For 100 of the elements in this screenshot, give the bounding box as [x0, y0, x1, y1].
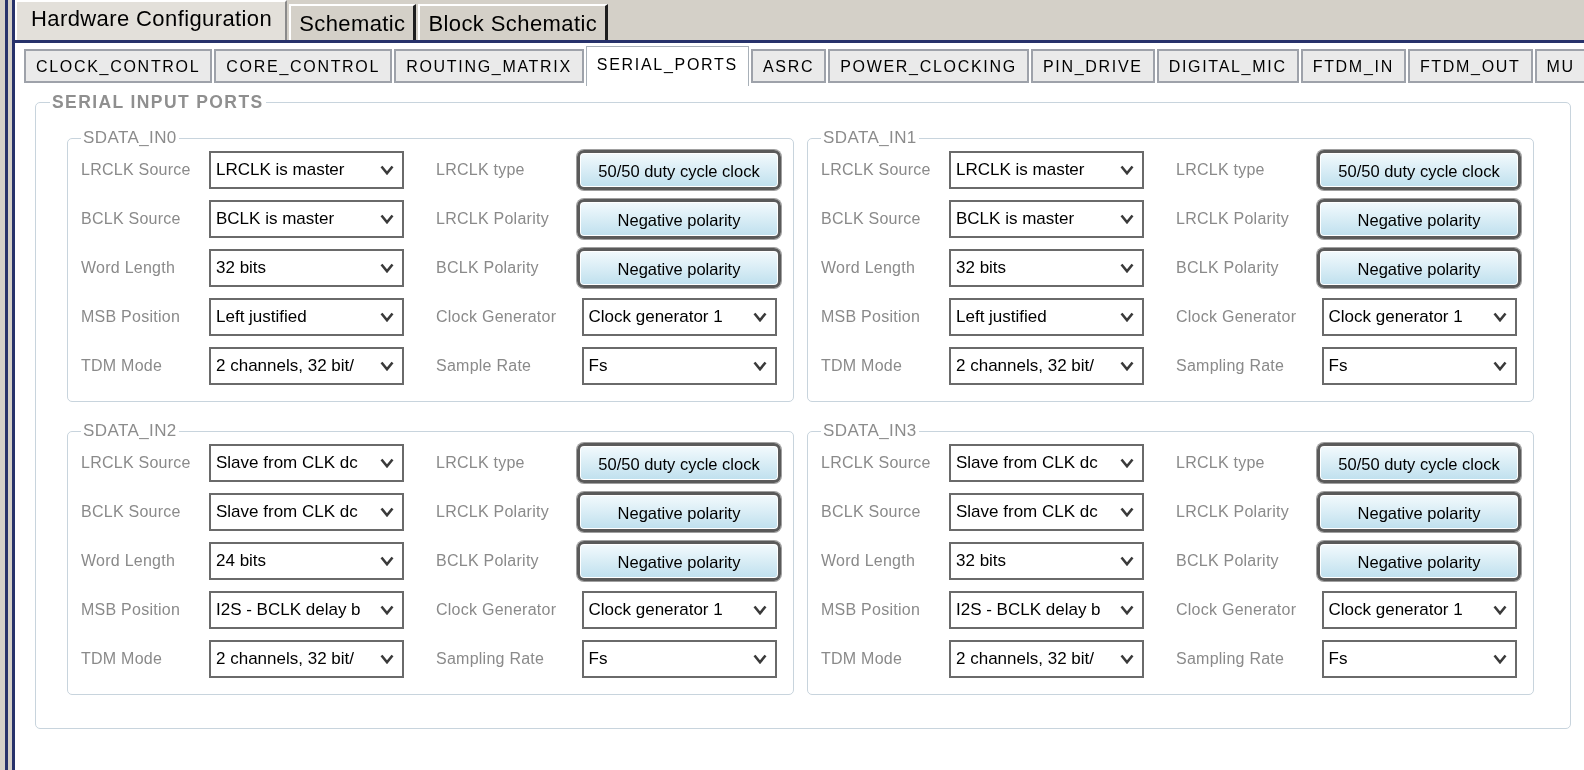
section-title: SERIAL INPUT PORTS: [51, 92, 265, 112]
toggle-button[interactable]: 50/50 duty cycle clock: [577, 443, 781, 483]
chevron-down-icon: [1120, 263, 1134, 273]
tab[interactable]: ROUTING_MATRIX: [394, 49, 584, 83]
dropdown[interactable]: 2 channels, 32 bit/: [949, 640, 1144, 678]
field-label: BCLK Polarity: [436, 552, 539, 570]
dropdown[interactable]: I2S - BCLK delay b: [949, 591, 1144, 629]
dropdown[interactable]: 32 bits: [949, 249, 1144, 287]
field-label: Clock Generator: [436, 601, 557, 619]
port-title: SDATA_IN3: [822, 422, 918, 440]
toggle-button[interactable]: Negative polarity: [577, 541, 781, 581]
chevron-down-icon: [380, 263, 394, 273]
tab[interactable]: DIGITAL_MIC: [1156, 49, 1299, 83]
dropdown[interactable]: Left justified: [209, 298, 404, 336]
field-label: Word Length: [821, 259, 916, 277]
dropdown[interactable]: Fs: [581, 640, 777, 678]
toggle-button[interactable]: Negative polarity: [1317, 541, 1521, 581]
dropdown[interactable]: Fs: [1321, 640, 1517, 678]
chevron-down-icon: [1492, 312, 1507, 322]
chevron-down-icon: [380, 361, 394, 371]
field-label: BCLK Polarity: [1176, 552, 1279, 570]
dropdown[interactable]: LRCLK is master: [209, 151, 404, 189]
dropdown[interactable]: Left justified: [949, 298, 1144, 336]
dropdown[interactable]: LRCLK is master: [949, 151, 1144, 189]
field-label: Sampling Rate: [1176, 650, 1285, 668]
dropdown[interactable]: Clock generator 1: [1321, 591, 1517, 629]
chevron-down-icon: [380, 507, 394, 517]
field-label: MSB Position: [81, 308, 181, 326]
chevron-down-icon: [1120, 458, 1134, 468]
field-label: LRCLK Source: [81, 161, 191, 179]
toggle-button[interactable]: 50/50 duty cycle clock: [577, 150, 781, 190]
chevron-down-icon: [1120, 556, 1134, 566]
dropdown[interactable]: BCLK is master: [209, 200, 404, 238]
field-label: LRCLK Source: [81, 454, 191, 472]
dropdown[interactable]: I2S - BCLK delay b: [209, 591, 404, 629]
dropdown[interactable]: Clock generator 1: [581, 591, 777, 629]
dropdown[interactable]: Fs: [581, 347, 777, 385]
dropdown[interactable]: 32 bits: [949, 542, 1144, 580]
chevron-down-icon: [752, 605, 767, 615]
chevron-down-icon: [380, 165, 394, 175]
tab[interactable]: CORE_CONTROL: [214, 49, 393, 83]
dropdown[interactable]: 2 channels, 32 bit/: [209, 347, 404, 385]
dropdown[interactable]: 2 channels, 32 bit/: [949, 347, 1144, 385]
dropdown[interactable]: 2 channels, 32 bit/: [209, 640, 404, 678]
tab[interactable]: POWER_CLOCKING: [828, 49, 1029, 83]
field-label: Sampling Rate: [1176, 357, 1285, 375]
chevron-down-icon: [1492, 605, 1507, 615]
tab[interactable]: Hardware Configuration: [15, 0, 288, 40]
field-label: LRCLK Polarity: [1176, 503, 1289, 521]
tab[interactable]: Schematic: [289, 4, 417, 40]
tab[interactable]: PIN_DRIVE: [1030, 49, 1155, 83]
toggle-button[interactable]: Negative polarity: [577, 248, 781, 288]
field-label: Clock Generator: [1176, 601, 1297, 619]
dropdown[interactable]: Fs: [1321, 347, 1517, 385]
tab[interactable]: CLOCK_CONTROL: [24, 49, 213, 83]
tab[interactable]: Block Schematic: [418, 4, 609, 40]
toggle-button[interactable]: 50/50 duty cycle clock: [1317, 443, 1521, 483]
chevron-down-icon: [752, 312, 767, 322]
tab[interactable]: SERIAL_PORTS: [585, 46, 749, 86]
chevron-down-icon: [380, 654, 394, 664]
field-label: Clock Generator: [1176, 308, 1297, 326]
dropdown[interactable]: 32 bits: [209, 249, 404, 287]
field-label: LRCLK type: [436, 454, 525, 472]
field-label: BCLK Source: [81, 210, 181, 228]
chevron-down-icon: [1120, 361, 1134, 371]
chevron-down-icon: [752, 654, 767, 664]
toggle-button[interactable]: Negative polarity: [577, 492, 781, 532]
dropdown[interactable]: 24 bits: [209, 542, 404, 580]
chevron-down-icon: [1120, 605, 1134, 615]
tab[interactable]: FTDM_OUT: [1407, 49, 1533, 83]
toggle-button[interactable]: Negative polarity: [1317, 199, 1521, 239]
chevron-down-icon: [380, 458, 394, 468]
toggle-button[interactable]: 50/50 duty cycle clock: [1317, 150, 1521, 190]
dropdown[interactable]: Clock generator 1: [1321, 298, 1517, 336]
chevron-down-icon: [1120, 312, 1134, 322]
field-label: LRCLK Polarity: [1176, 210, 1289, 228]
chevron-down-icon: [380, 556, 394, 566]
toggle-button[interactable]: Negative polarity: [1317, 248, 1521, 288]
toggle-button[interactable]: Negative polarity: [1317, 492, 1521, 532]
chevron-down-icon: [752, 361, 767, 371]
field-label: LRCLK Source: [821, 161, 931, 179]
field-label: MSB Position: [821, 601, 921, 619]
field-label: BCLK Source: [821, 503, 921, 521]
toggle-button[interactable]: Negative polarity: [577, 199, 781, 239]
dropdown[interactable]: Slave from CLK dc: [949, 493, 1144, 531]
field-label: TDM Mode: [821, 650, 903, 668]
dropdown[interactable]: BCLK is master: [949, 200, 1144, 238]
field-label: LRCLK Source: [821, 454, 931, 472]
dropdown[interactable]: Clock generator 1: [581, 298, 777, 336]
field-label: TDM Mode: [81, 357, 163, 375]
chevron-down-icon: [1120, 507, 1134, 517]
tab[interactable]: MU: [1534, 49, 1584, 83]
field-label: BCLK Polarity: [436, 259, 539, 277]
tab[interactable]: ASRC: [750, 49, 827, 83]
tab[interactable]: FTDM_IN: [1300, 49, 1406, 83]
dropdown[interactable]: Slave from CLK dc: [949, 444, 1144, 482]
chevron-down-icon: [1492, 361, 1507, 371]
dropdown[interactable]: Slave from CLK dc: [209, 493, 404, 531]
port-title: SDATA_IN1: [822, 129, 918, 147]
dropdown[interactable]: Slave from CLK dc: [209, 444, 404, 482]
